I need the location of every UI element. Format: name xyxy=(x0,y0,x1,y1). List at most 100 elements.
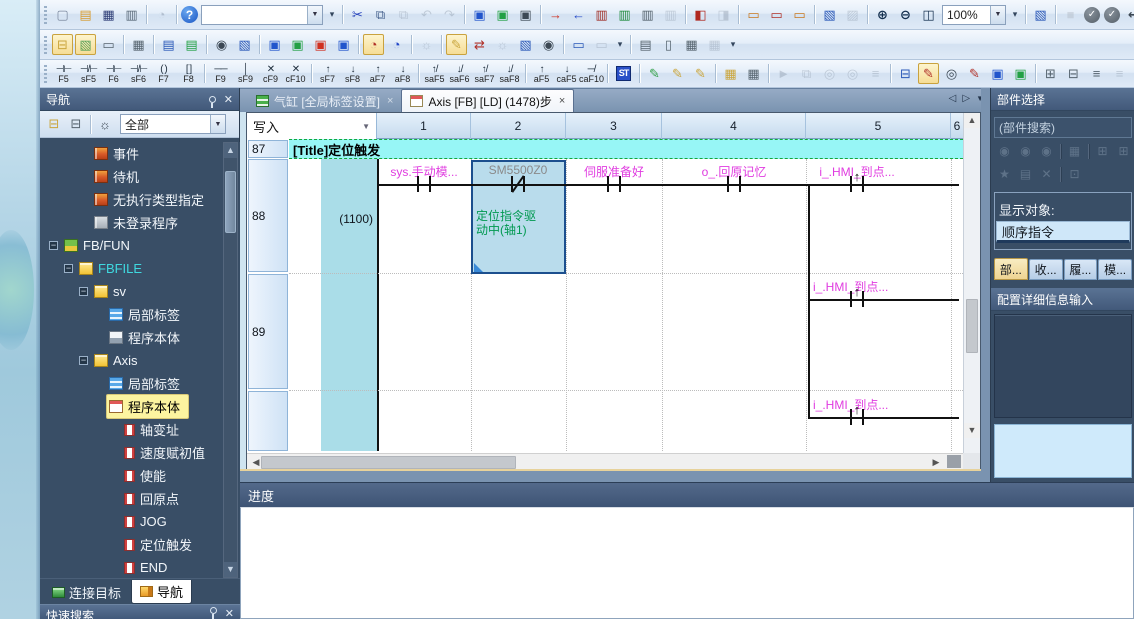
nav-tree-scrollbar[interactable]: ▲ ▼ xyxy=(223,142,238,578)
tree-item-body[interactable]: 局部标签 xyxy=(107,303,188,326)
editor-vertical-scrollbar[interactable]: ▲ ▼ xyxy=(963,113,980,453)
block-delete-icon[interactable]: ⊟ xyxy=(1063,63,1084,84)
nav-tree-item[interactable]: − Axis xyxy=(40,349,240,372)
document-tab[interactable]: Axis [FB] [LD] (1478)步 × xyxy=(401,89,574,112)
ladder-F9-button[interactable]: ──F9 xyxy=(208,61,233,86)
zoom-out-icon[interactable]: ⊖ xyxy=(895,4,916,25)
rung-number-cell[interactable]: 87 xyxy=(248,140,288,158)
ladder-saF5-button[interactable]: ↑/saF5 xyxy=(422,61,447,86)
element-search-input[interactable]: (部件搜索) xyxy=(994,117,1132,138)
no-contact[interactable] xyxy=(607,176,609,192)
no-contact[interactable] xyxy=(739,176,741,192)
tab-close-icon[interactable]: × xyxy=(559,95,565,107)
pin-icon[interactable] xyxy=(210,607,217,614)
device-jump-icon[interactable]: ▣ xyxy=(987,63,1008,84)
note-display-icon[interactable]: ▨ xyxy=(842,4,863,25)
tab-scroll-left-icon[interactable]: ◁ xyxy=(949,93,957,104)
recent-icon[interactable]: ◔ xyxy=(151,4,172,25)
toolbar-overflow-4-icon[interactable]: ▾ xyxy=(727,34,739,55)
write-to-plc-icon[interactable]: → xyxy=(545,4,566,25)
nav-tree-item[interactable]: − 速度赋初值 xyxy=(40,441,240,464)
ladder-saF7-button[interactable]: ↑/saF7 xyxy=(472,61,497,86)
no-contact[interactable] xyxy=(429,176,431,192)
expand-all-icon[interactable]: ⊞ xyxy=(1093,142,1112,160)
device-tool-2-icon[interactable]: ▣ xyxy=(287,34,308,55)
ladder-saF8-button[interactable]: ↓/saF8 xyxy=(497,61,522,86)
device-test-icon[interactable]: ◉ xyxy=(538,34,559,55)
scroll-up-icon[interactable]: ▲ xyxy=(224,143,237,158)
tree-item-body[interactable]: 定位触发 xyxy=(122,533,200,556)
device-find-3-icon[interactable]: ▣ xyxy=(515,4,536,25)
tree-item-body[interactable]: 速度赋初值 xyxy=(122,441,213,464)
tree-item-body[interactable]: 程序本体 xyxy=(107,395,188,418)
ladder-aF8-button[interactable]: ↓aF8 xyxy=(390,61,415,86)
comment-display-3-icon[interactable]: ▭ xyxy=(789,4,810,25)
ladder-F7-button[interactable]: ( )F7 xyxy=(151,61,176,86)
tree-item-body[interactable]: Axis xyxy=(92,351,146,370)
window-find-dim-icon[interactable]: ▭ xyxy=(591,34,612,55)
combo-dropdown-icon[interactable]: ▼ xyxy=(307,6,322,24)
ladder-caF10-button[interactable]: ─/caF10 xyxy=(579,61,604,86)
tab-scroll-right-icon[interactable]: ▷ xyxy=(962,93,970,104)
document-tab[interactable]: 气缸 [全局标签设置] × xyxy=(248,90,401,112)
outline-edit-icon[interactable]: ✎ xyxy=(918,63,939,84)
no-contact[interactable] xyxy=(619,176,621,192)
open-monitor-window-icon[interactable]: ▧ xyxy=(1030,4,1051,25)
panel-splitter[interactable] xyxy=(981,88,990,482)
docking-layout-4-icon[interactable]: ▦ xyxy=(704,34,725,55)
scrollbar-thumb[interactable] xyxy=(261,456,516,469)
tree-item-body[interactable]: sv xyxy=(92,282,134,301)
nav-tree-item[interactable]: − 轴变址 xyxy=(40,418,240,441)
ladder-sF8-button[interactable]: ↓sF8 xyxy=(340,61,365,86)
no-contact[interactable] xyxy=(727,176,729,192)
select-mode-dim-icon[interactable]: ► xyxy=(773,63,794,84)
module-config-icon[interactable]: ▦ xyxy=(128,34,149,55)
device-skip-icon[interactable]: ▣ xyxy=(1010,63,1031,84)
device-monitor-2-icon[interactable]: ▥ xyxy=(614,4,635,25)
nav-tree-item[interactable]: − sv xyxy=(40,280,240,303)
statement-display-icon[interactable]: ▧ xyxy=(819,4,840,25)
device-display-off-icon[interactable]: ◨ xyxy=(713,4,734,25)
nav-tree-item[interactable]: − 未登录程序 xyxy=(40,211,240,234)
cross-reference-icon[interactable]: ◉ xyxy=(211,34,232,55)
nav-tree-item[interactable]: − END xyxy=(40,556,240,578)
nav-tree-item[interactable]: − 回原点 xyxy=(40,487,240,510)
nav-tree-item[interactable]: − FBFILE xyxy=(40,257,240,280)
note-insert-icon[interactable]: ≡ xyxy=(1109,63,1130,84)
tree-item-body[interactable]: 待机 xyxy=(92,165,147,188)
favorite-add-icon[interactable]: ★ xyxy=(995,165,1014,183)
insert-column-icon[interactable]: ▦ xyxy=(743,63,764,84)
scroll-up-icon[interactable]: ▲ xyxy=(964,113,980,128)
comment-display-1-icon[interactable]: ▭ xyxy=(743,4,764,25)
docking-layout-1-icon[interactable]: ▤ xyxy=(635,34,656,55)
nav-filter-combo[interactable]: 全部▼ xyxy=(120,114,226,134)
tree-item-body[interactable]: 无执行类型指定 xyxy=(92,188,212,211)
tree-item-body[interactable]: FB/FUN xyxy=(62,236,138,255)
undo-icon[interactable]: ↶ xyxy=(416,4,437,25)
ladder-cF9-button[interactable]: ✕cF9 xyxy=(258,61,283,86)
find-dim-1-icon[interactable]: ◎ xyxy=(819,63,840,84)
open-project-icon[interactable]: ▤ xyxy=(75,4,96,25)
cut-icon[interactable]: ✂ xyxy=(347,4,368,25)
options-dim-icon[interactable]: ☼ xyxy=(416,34,437,55)
insert-row-icon[interactable]: ▦ xyxy=(720,63,741,84)
outline-display-icon[interactable]: ⊟ xyxy=(895,63,916,84)
tree-item-body[interactable]: FBFILE xyxy=(77,259,150,278)
program-find-icon[interactable]: ◎ xyxy=(941,63,962,84)
scroll-right-icon[interactable]: ▶ xyxy=(929,456,943,469)
device-find-1-icon[interactable]: ▣ xyxy=(469,4,490,25)
ladder-sF7-button[interactable]: ↑sF7 xyxy=(315,61,340,86)
toolbar-grip[interactable] xyxy=(44,6,47,24)
monitor-mode-icon[interactable]: ▧ xyxy=(515,34,536,55)
favorite-folder-icon[interactable]: ▤ xyxy=(1016,165,1035,183)
display-target-select[interactable]: 顺序指令 xyxy=(996,221,1130,243)
tree-item-body[interactable]: 轴变址 xyxy=(122,418,187,441)
ladder-sF5-button[interactable]: ⊣/⊢sF5 xyxy=(76,61,101,86)
settings-dim-icon[interactable]: ☼ xyxy=(492,34,513,55)
display-filter-icon[interactable]: ⊡ xyxy=(1065,165,1084,183)
device-monitor-1-icon[interactable]: ▥ xyxy=(591,4,612,25)
block-insert-icon[interactable]: ⊞ xyxy=(1040,63,1061,84)
find-prev-icon[interactable]: ◉ xyxy=(995,142,1014,160)
tree-item-body[interactable]: 使能 xyxy=(122,464,174,487)
device-monitor-4-icon[interactable]: ▥ xyxy=(660,4,681,25)
